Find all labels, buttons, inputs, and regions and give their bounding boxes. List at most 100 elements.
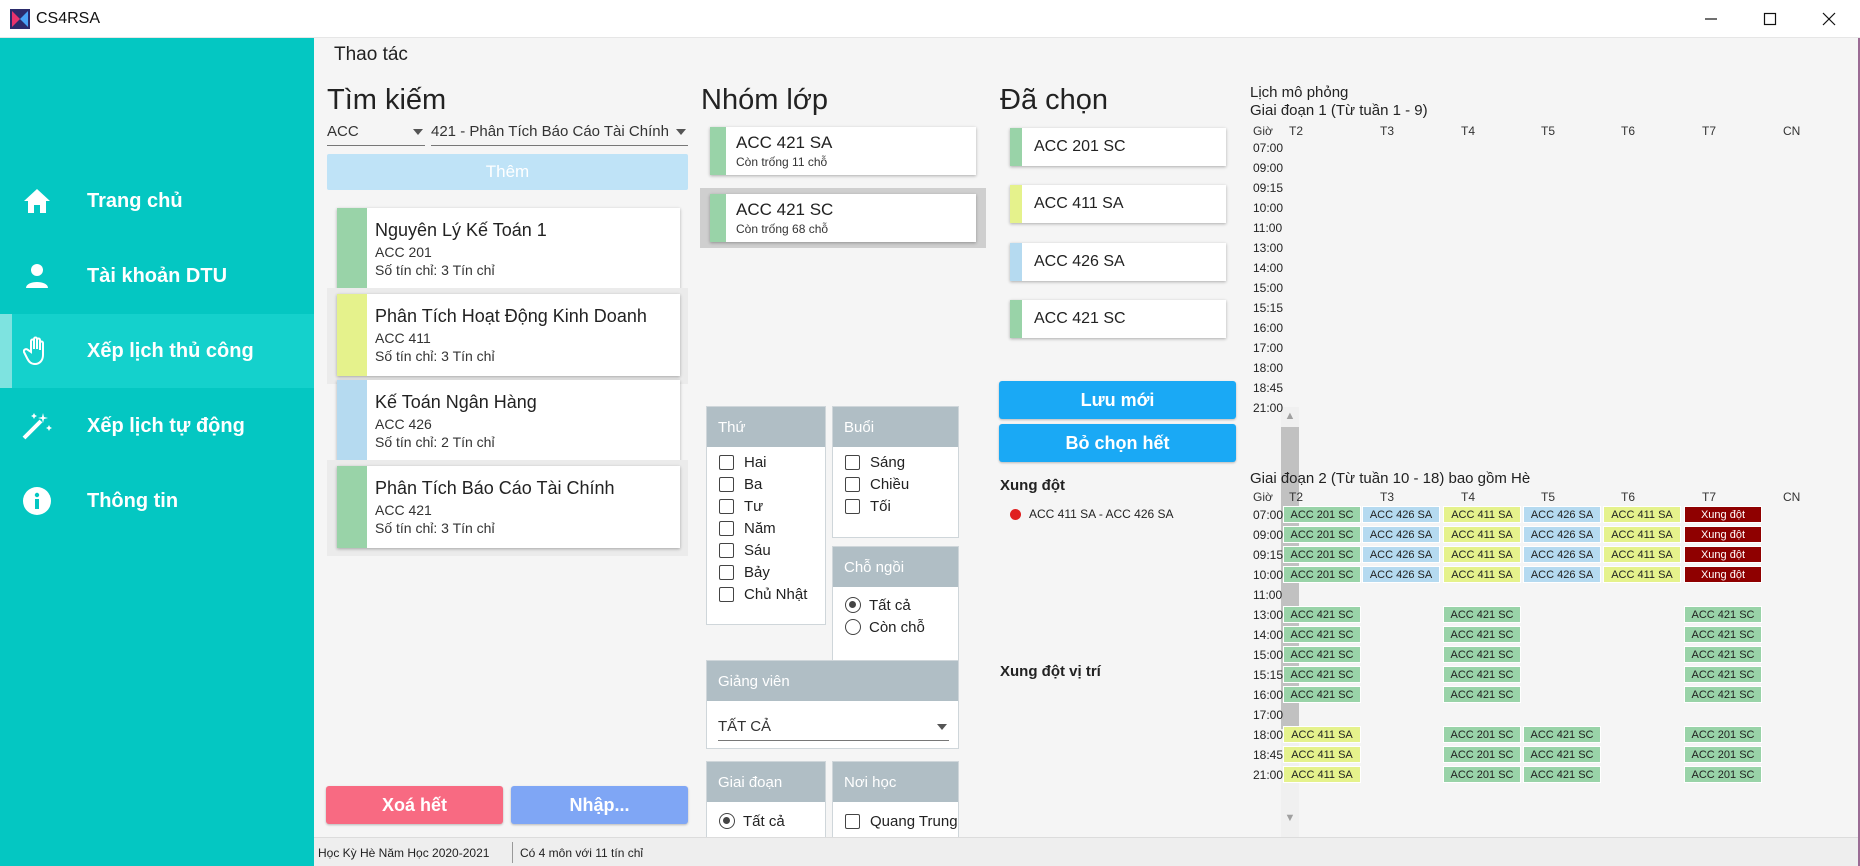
schedule-cell[interactable]: ACC 421 SC — [1684, 686, 1762, 703]
day-option[interactable]: Chủ Nhật — [707, 583, 825, 605]
class-group-card[interactable]: ACC 421 SA Còn trống 11 chỗ — [710, 127, 976, 175]
seat-option[interactable]: Tất cả — [833, 594, 958, 616]
schedule-cell[interactable]: ACC 426 SA — [1362, 546, 1440, 563]
day-option[interactable]: Năm — [707, 517, 825, 539]
checkbox[interactable] — [719, 454, 734, 470]
class-group-item[interactable]: ACC 421 SC Còn trống 68 chỗ — [700, 188, 986, 248]
radio-button[interactable] — [719, 813, 735, 829]
seat-option[interactable]: Còn chỗ — [833, 616, 958, 638]
schedule-cell[interactable]: ACC 411 SA — [1283, 726, 1361, 743]
place-option[interactable]: Quang Trung — [833, 810, 958, 832]
chosen-item[interactable]: ACC 201 SC — [1010, 128, 1226, 166]
schedule-cell[interactable]: ACC 426 SA — [1362, 526, 1440, 543]
clear-all-button[interactable]: Xoá hết — [326, 786, 503, 824]
schedule-cell[interactable]: ACC 426 SA — [1362, 506, 1440, 523]
checkbox[interactable] — [845, 498, 860, 514]
minimize-button[interactable] — [1682, 0, 1740, 38]
checkbox[interactable] — [845, 454, 860, 470]
schedule-cell[interactable]: ACC 411 SA — [1603, 546, 1681, 563]
phase-option[interactable]: Tất cả — [707, 810, 825, 832]
checkbox[interactable] — [719, 564, 734, 580]
schedule-cell[interactable]: ACC 421 SC — [1443, 626, 1521, 643]
conflict-item[interactable]: ACC 411 SA - ACC 426 SA — [1010, 507, 1174, 521]
schedule-cell[interactable]: ACC 201 SC — [1684, 746, 1762, 763]
add-subject-button[interactable]: Thêm — [327, 154, 688, 190]
radio-button[interactable] — [845, 619, 861, 635]
day-option[interactable]: Sáu — [707, 539, 825, 561]
schedule-cell[interactable]: ACC 411 SA — [1603, 506, 1681, 523]
schedule-cell[interactable]: ACC 421 SC — [1523, 766, 1601, 783]
schedule-cell[interactable]: ACC 201 SC — [1684, 766, 1762, 783]
schedule-cell[interactable]: ACC 426 SA — [1523, 506, 1601, 523]
schedule-cell[interactable]: ACC 421 SC — [1523, 726, 1601, 743]
nav-item-home[interactable]: Trang chủ — [0, 164, 314, 238]
schedule-cell[interactable]: ACC 411 SA — [1443, 566, 1521, 583]
schedule-cell[interactable]: ACC 426 SA — [1523, 566, 1601, 583]
schedule-cell[interactable]: ACC 421 SC — [1443, 686, 1521, 703]
schedule-cell[interactable]: ACC 421 SC — [1443, 666, 1521, 683]
day-option[interactable]: Bảy — [707, 561, 825, 583]
save-new-button[interactable]: Lưu mới — [999, 381, 1236, 419]
schedule-cell[interactable]: ACC 421 SC — [1443, 606, 1521, 623]
lecturer-combobox[interactable]: TẤT CẢ — [718, 713, 949, 741]
schedule-cell[interactable]: ACC 411 SA — [1603, 526, 1681, 543]
nav-item-auto-schedule[interactable]: Xếp lịch tự động — [0, 389, 314, 463]
schedule-cell[interactable]: ACC 421 SC — [1684, 626, 1762, 643]
schedule-cell[interactable]: ACC 201 SC — [1684, 726, 1762, 743]
chosen-item[interactable]: ACC 411 SA — [1010, 185, 1226, 223]
checkbox[interactable] — [845, 813, 860, 829]
keyword-combobox[interactable]: 421 - Phân Tích Báo Cáo Tài Chính — [431, 118, 688, 146]
subject-card[interactable]: Nguyên Lý Kế Toán 1 ACC 201 Số tín chỉ: … — [337, 208, 680, 290]
checkbox[interactable] — [719, 520, 734, 536]
nav-item-account[interactable]: Tài khoản DTU — [0, 239, 314, 313]
schedule-cell[interactable]: ACC 421 SC — [1684, 646, 1762, 663]
schedule-cell[interactable]: ACC 201 SC — [1443, 766, 1521, 783]
session-option[interactable]: Sáng — [833, 451, 958, 473]
day-option[interactable]: Hai — [707, 451, 825, 473]
class-group-item[interactable]: ACC 421 SA Còn trống 11 chỗ — [700, 121, 986, 181]
session-option[interactable]: Chiều — [833, 473, 958, 495]
schedule-cell[interactable]: ACC 411 SA — [1283, 746, 1361, 763]
subject-card[interactable]: Phân Tích Hoạt Động Kinh Doanh ACC 411 S… — [337, 294, 680, 376]
schedule-cell[interactable]: ACC 421 SC — [1684, 606, 1762, 623]
deselect-all-button[interactable]: Bỏ chọn hết — [999, 424, 1236, 462]
schedule-cell[interactable]: ACC 421 SC — [1283, 606, 1361, 623]
close-button[interactable] — [1800, 0, 1858, 38]
schedule-cell[interactable]: ACC 411 SA — [1283, 766, 1361, 783]
subject-item[interactable]: Kế Toán Ngân Hàng ACC 426 Số tín chỉ: 2 … — [327, 374, 688, 470]
schedule-cell[interactable]: ACC 421 SC — [1684, 666, 1762, 683]
schedule-cell[interactable]: ACC 426 SA — [1523, 526, 1601, 543]
nav-item-info[interactable]: Thông tin — [0, 464, 314, 538]
subject-card[interactable]: Kế Toán Ngân Hàng ACC 426 Số tín chỉ: 2 … — [337, 380, 680, 462]
day-option[interactable]: Ba — [707, 473, 825, 495]
schedule-cell[interactable]: ACC 201 SC — [1443, 726, 1521, 743]
schedule-cell[interactable]: ACC 421 SC — [1283, 646, 1361, 663]
day-option[interactable]: Tư — [707, 495, 825, 517]
conflict-cell[interactable]: Xung đột — [1684, 546, 1762, 563]
subject-item[interactable]: Phân Tích Báo Cáo Tài Chính ACC 421 Số t… — [327, 460, 688, 556]
schedule-cell[interactable]: ACC 201 SC — [1443, 746, 1521, 763]
chosen-item[interactable]: ACC 426 SA — [1010, 243, 1226, 281]
subject-card[interactable]: Phân Tích Báo Cáo Tài Chính ACC 421 Số t… — [337, 466, 680, 548]
schedule-cell[interactable]: ACC 411 SA — [1443, 526, 1521, 543]
schedule-cell[interactable]: ACC 421 SC — [1283, 626, 1361, 643]
schedule-cell[interactable]: ACC 201 SC — [1283, 506, 1361, 523]
conflict-cell[interactable]: Xung đột — [1684, 566, 1762, 583]
checkbox[interactable] — [719, 476, 734, 492]
checkbox[interactable] — [845, 476, 860, 492]
schedule-cell[interactable]: ACC 426 SA — [1523, 546, 1601, 563]
class-group-card[interactable]: ACC 421 SC Còn trống 68 chỗ — [710, 194, 976, 242]
conflict-cell[interactable]: Xung đột — [1684, 506, 1762, 523]
schedule-cell[interactable]: ACC 201 SC — [1283, 546, 1361, 563]
schedule-cell[interactable]: ACC 421 SC — [1283, 666, 1361, 683]
nav-item-manual-schedule[interactable]: Xếp lịch thủ công — [0, 314, 314, 388]
scroll-down-icon[interactable]: ▼ — [1281, 809, 1299, 827]
checkbox[interactable] — [719, 498, 734, 514]
session-option[interactable]: Tối — [833, 495, 958, 517]
radio-button[interactable] — [845, 597, 861, 613]
schedule-cell[interactable]: ACC 426 SA — [1362, 566, 1440, 583]
checkbox[interactable] — [719, 542, 734, 558]
chosen-item[interactable]: ACC 421 SC — [1010, 300, 1226, 338]
schedule-cell[interactable]: ACC 421 SC — [1523, 746, 1601, 763]
schedule-cell[interactable]: ACC 421 SC — [1443, 646, 1521, 663]
